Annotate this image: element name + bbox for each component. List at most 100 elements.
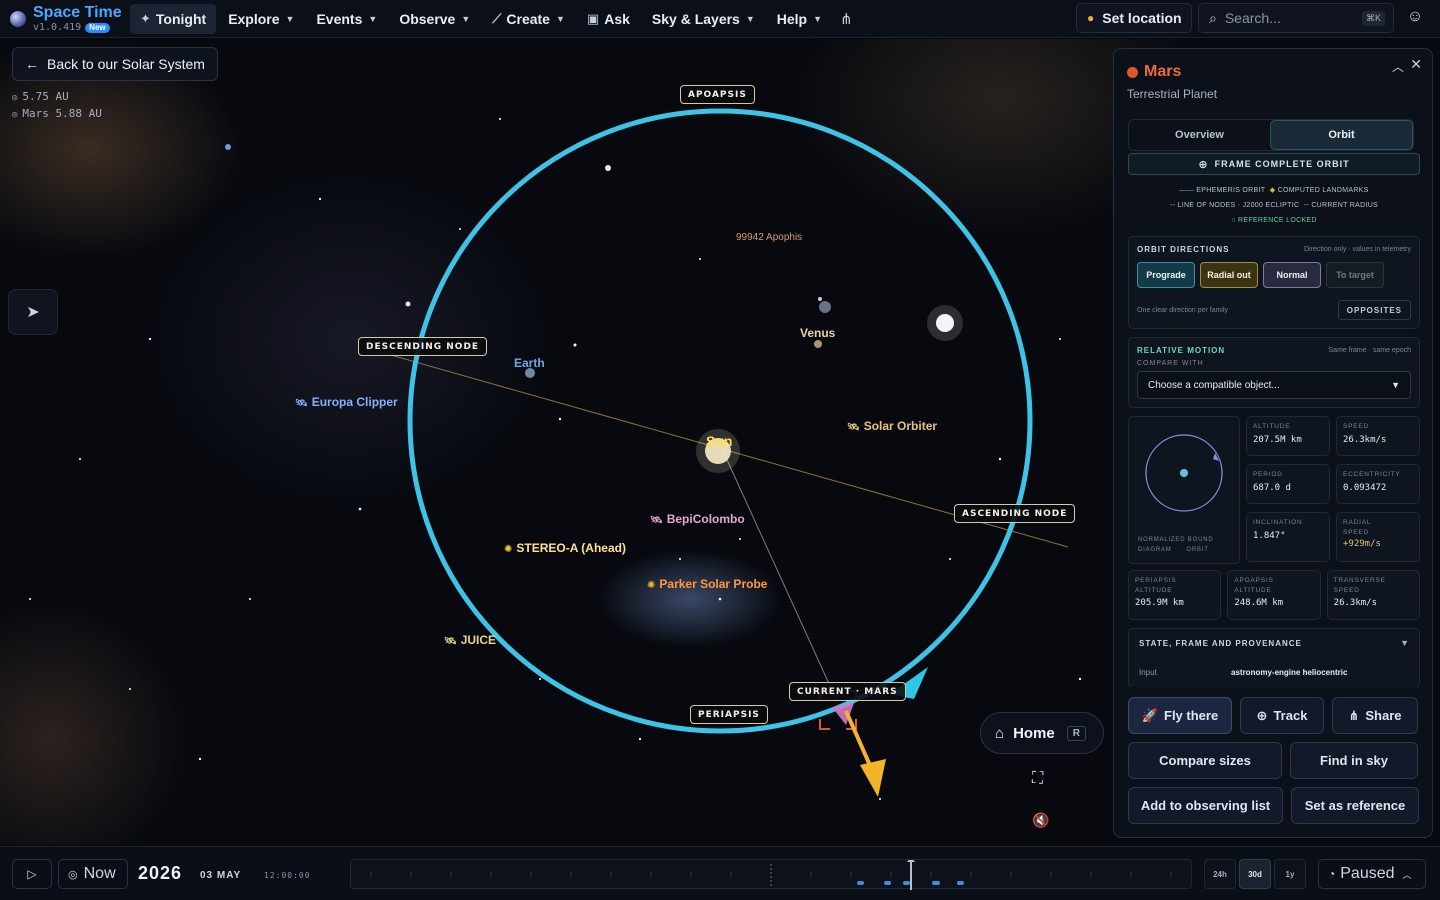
diagram-caption-2: DIAGRAM ORBIT	[1138, 547, 1209, 553]
panel-scroll-area[interactable]: ⊕ FRAME COMPLETE ORBIT —— EPHEMERIS ORBIT…	[1128, 153, 1420, 687]
nav-observe-label: Observe	[399, 10, 456, 27]
nav-help[interactable]: Help ▼	[767, 4, 832, 34]
nav-events[interactable]: Events ▼	[306, 4, 387, 34]
stat-altitude-label: ALTITUDE	[1253, 423, 1291, 430]
descending-node-tag[interactable]: DESCENDING NODE	[358, 337, 488, 356]
share-icon: ⋔	[1348, 707, 1360, 723]
normal-button[interactable]: Normal	[1263, 262, 1321, 288]
prograde-vector-head	[860, 759, 886, 797]
current-year[interactable]: 2026	[138, 863, 182, 884]
panel-header: Mars Terrestrial Planet	[1127, 63, 1217, 101]
stat-apo-label-1: APOAPSIS	[1234, 577, 1274, 584]
find-in-sky-button[interactable]: Find in sky	[1290, 742, 1418, 779]
parker-solar-probe-label[interactable]: ✺ Parker Solar Probe	[647, 577, 767, 591]
juice-label[interactable]: 🛰 JUICE	[444, 633, 496, 647]
earth-label[interactable]: Earth	[514, 356, 545, 370]
share-icon[interactable]: ⋔	[840, 10, 853, 28]
periapsis-tag[interactable]: PERIAPSIS	[690, 705, 768, 724]
select-tool-button[interactable]: ➤	[8, 289, 58, 335]
sun-burst-icon: ✺	[504, 544, 513, 555]
juice-text: JUICE	[460, 633, 497, 647]
frame-complete-orbit-button[interactable]: ⊕ FRAME COMPLETE ORBIT	[1128, 153, 1420, 175]
current-mars-tag[interactable]: CURRENT · MARS	[789, 682, 906, 701]
nav-tonight[interactable]: ✦ Tonight	[130, 3, 217, 34]
search-input[interactable]: ⌕ Search... ⌘K	[1198, 3, 1394, 33]
stereo-a-label[interactable]: ✺ STEREO-A (Ahead)	[504, 541, 626, 555]
home-button[interactable]: ⌂ Home R	[980, 712, 1104, 754]
europa-clipper-label[interactable]: 🛰 Europa Clipper	[295, 395, 398, 409]
nav-sky-layers-label: Sky & Layers	[651, 10, 740, 27]
stat-radial-label-2: SPEED	[1343, 529, 1370, 536]
provenance-section[interactable]: STATE, FRAME AND PROVENANCE ▼ Input astro…	[1128, 628, 1420, 687]
compare-object-select[interactable]: Choose a compatible object... ▼	[1137, 371, 1411, 399]
sun-label[interactable]: Sun	[706, 433, 732, 449]
now-button[interactable]: ◎ Now	[58, 859, 128, 889]
playback-state-button[interactable]: ◔ Paused ︿	[1318, 859, 1426, 889]
nav-explore-label: Explore	[228, 10, 280, 27]
relative-motion-note: Same frame · same epoch	[1328, 347, 1411, 354]
apophis-label[interactable]: 99942 Apophis	[736, 232, 802, 243]
scale-1y-button[interactable]: 1y	[1274, 859, 1306, 889]
nav-ask-label: Ask	[604, 10, 630, 27]
provenance-title: STATE, FRAME AND PROVENANCE	[1139, 639, 1302, 648]
search-placeholder: Search...	[1224, 10, 1281, 26]
nav-explore[interactable]: Explore ▼	[218, 4, 304, 34]
tab-overview[interactable]: Overview	[1129, 120, 1270, 150]
tab-orbit[interactable]: Orbit	[1270, 120, 1413, 150]
user-icon[interactable]: ☺	[1405, 8, 1425, 28]
scale-24h-button[interactable]: 24h	[1204, 859, 1236, 889]
stat-inclination-label: INCLINATION	[1253, 519, 1303, 526]
scale-30d-button[interactable]: 30d	[1239, 859, 1271, 889]
normalized-orbit-diagram: NORMALIZED BOUND DIAGRAM ORBIT	[1128, 416, 1240, 564]
nav-sky-layers[interactable]: Sky & Layers ▼	[642, 4, 765, 34]
add-to-observing-list-button[interactable]: Add to observing list	[1128, 787, 1283, 824]
stat-peri-label-1: PERIAPSIS	[1135, 577, 1177, 584]
rocket-icon: 🚀	[1141, 707, 1158, 723]
bepicolombo-label[interactable]: 🛰 BepiColombo	[650, 512, 745, 526]
legend-ephemeris: EPHEMERIS ORBIT	[1196, 187, 1266, 194]
close-icon[interactable]: ✕	[1410, 56, 1422, 73]
fly-there-button[interactable]: 🚀 Fly there	[1128, 697, 1232, 734]
solar-orbiter-label[interactable]: 🛰 Solar Orbiter	[847, 419, 937, 433]
nav-events-label: Events	[316, 10, 363, 27]
timeline-scrubber[interactable]	[350, 857, 1192, 890]
ascending-node-tag[interactable]: ASCENDING NODE	[954, 504, 1076, 523]
time-controls-bar: ▷ ◎ Now 2026 03 MAY 12:00:00 24h 30d 1y …	[0, 846, 1440, 900]
stereo-a-text: STEREO-A (Ahead)	[516, 541, 626, 555]
track-button[interactable]: ⊕ Track	[1240, 697, 1324, 734]
compare-sizes-button[interactable]: Compare sizes	[1128, 742, 1282, 779]
venus-label[interactable]: Venus	[800, 326, 835, 340]
set-location-button[interactable]: ● Set location	[1076, 3, 1192, 33]
nav-observe[interactable]: Observe ▼	[389, 4, 480, 34]
set-as-reference-button[interactable]: Set as reference	[1291, 787, 1419, 824]
opposites-button[interactable]: OPPOSITES	[1337, 300, 1411, 320]
brand[interactable]: Space Time v1.0.419 New	[0, 4, 130, 33]
back-to-solar-system-button[interactable]: ← Back to our Solar System	[12, 47, 218, 81]
fullscreen-icon[interactable]: ⛶	[1032, 770, 1043, 788]
apoapsis-tag[interactable]: APOAPSIS	[680, 85, 755, 104]
collapse-icon[interactable]: ︿	[1392, 58, 1404, 75]
stat-inclination: INCLINATION 1.847°	[1246, 512, 1330, 562]
orbit-diagram-svg	[1145, 434, 1223, 512]
crosshair-icon: ⊕	[1256, 707, 1268, 723]
current-radius-line	[722, 450, 837, 700]
mute-icon[interactable]: 🔇	[1032, 812, 1049, 829]
orbit-legend: —— EPHEMERIS ORBIT ◆ COMPUTED LANDMARKS …	[1128, 183, 1420, 228]
play-button[interactable]: ▷	[12, 859, 52, 889]
spacecraft-marker[interactable]	[819, 301, 831, 313]
share-button[interactable]: ⋔ Share	[1332, 697, 1418, 734]
prograde-button[interactable]: Prograde	[1137, 262, 1195, 288]
nav-ask[interactable]: ▣ Ask	[577, 4, 640, 34]
relative-motion-title: RELATIVE MOTION	[1137, 346, 1226, 355]
to-target-button[interactable]: To target	[1326, 262, 1384, 288]
stat-transverse-speed: TRANSVERSE SPEED 26.3km/s	[1326, 570, 1420, 620]
nav-create[interactable]: ⟋ Create ▼	[482, 4, 575, 34]
stat-trans-label-2: SPEED	[1333, 587, 1360, 594]
current-date[interactable]: 03 MAY	[200, 870, 241, 881]
brand-logo-icon	[10, 10, 26, 27]
distance-sun: ◎ 5.75 AU	[12, 90, 69, 103]
venus-marker[interactable]	[814, 340, 822, 348]
orbit-directions-note: Direction only · values in telemetry	[1304, 246, 1411, 253]
radial-out-button[interactable]: Radial out	[1200, 262, 1258, 288]
current-time[interactable]: 12:00:00	[264, 871, 311, 880]
